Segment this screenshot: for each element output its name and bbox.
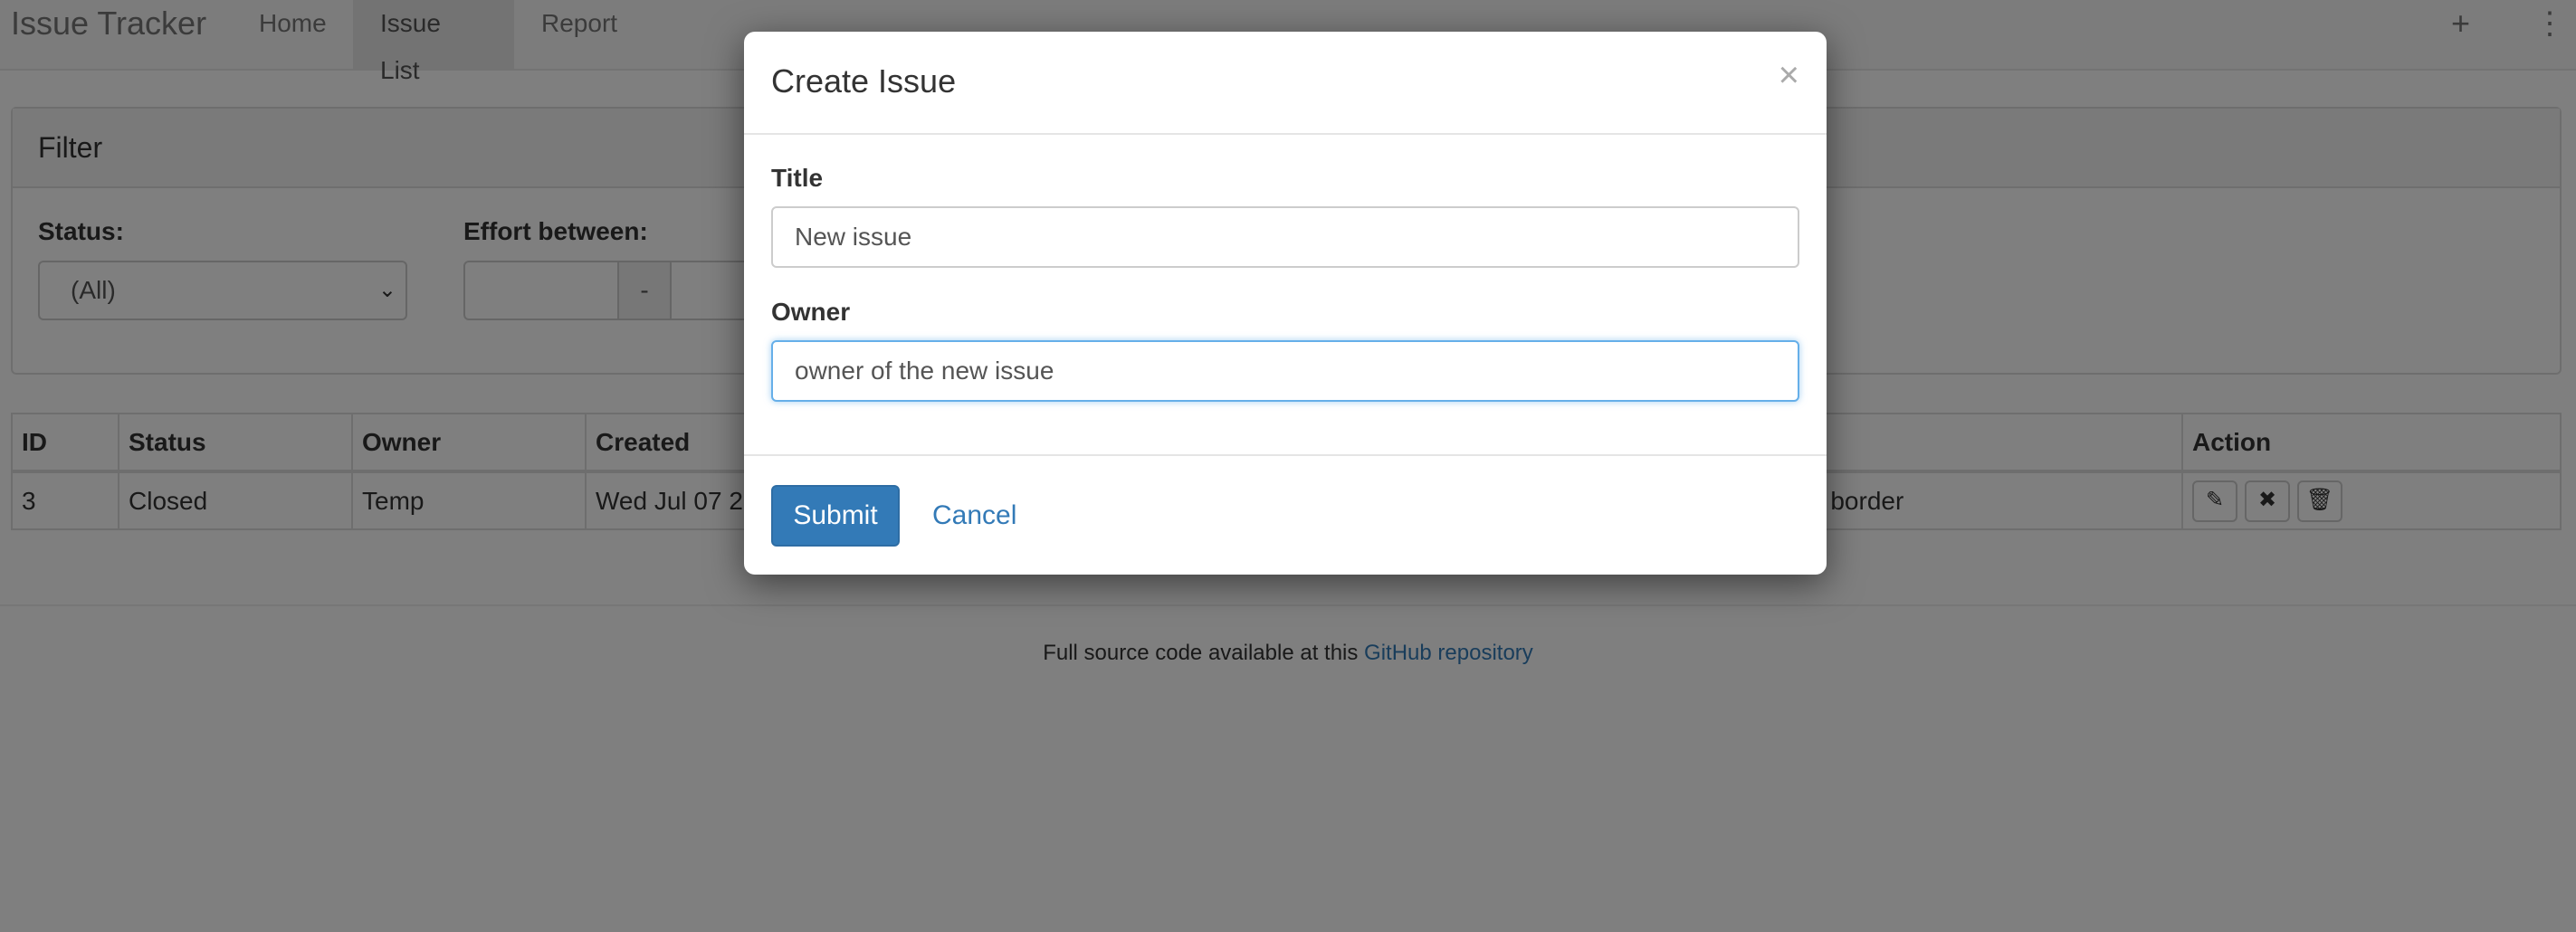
title-label: Title [771,164,824,192]
modal-header: Create Issue × [744,32,1827,135]
close-icon[interactable]: × [1779,57,1799,93]
submit-button[interactable]: Submit [771,485,900,547]
create-issue-modal: Create Issue × Title Owner Submit Cancel [744,32,1827,575]
owner-label: Owner [771,298,851,326]
modal-footer-divider [744,454,1827,456]
title-input[interactable] [771,206,1799,268]
cancel-button[interactable]: Cancel [932,485,1016,547]
owner-input[interactable] [771,340,1799,402]
modal-title: Create Issue [771,62,957,100]
